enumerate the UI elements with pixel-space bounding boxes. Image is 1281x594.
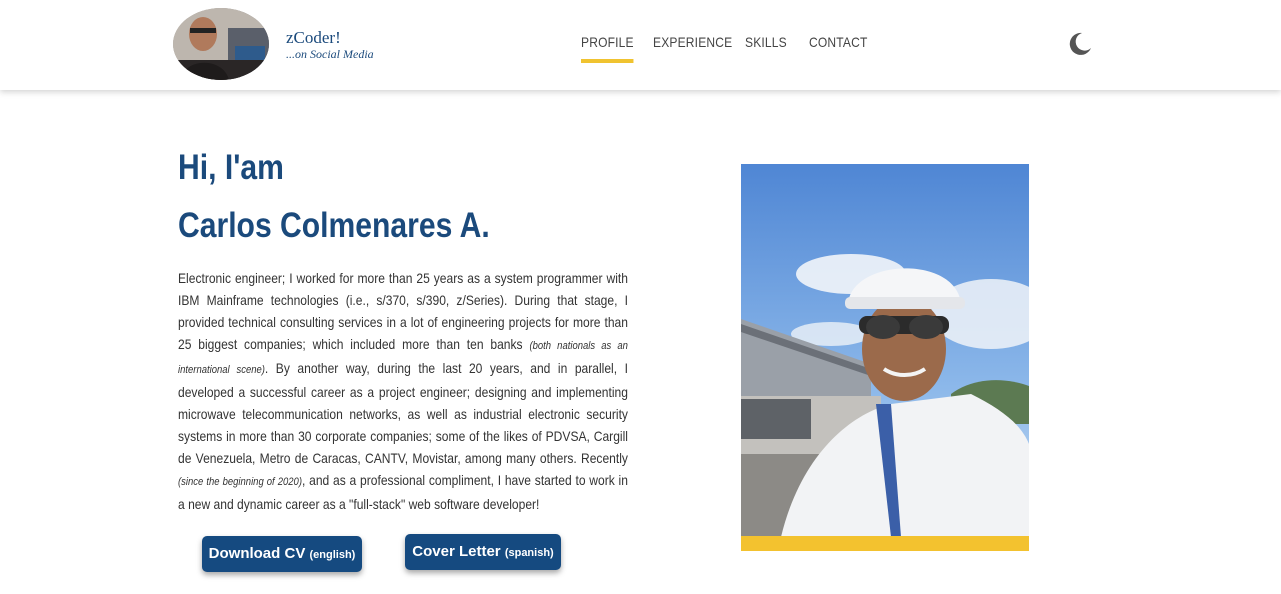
download-cv-label: Download CV [208, 545, 306, 562]
site-header: zCoder! ...on Social Media PROFILE EXPER… [0, 0, 1281, 90]
name-heading: Carlos Colmenares A. [178, 206, 490, 245]
nav-item-experience[interactable]: EXPERIENCE [653, 34, 732, 50]
download-cv-button[interactable]: Download CV (english) [202, 536, 362, 572]
photo-accent-bar [741, 536, 1029, 551]
bio-note-2: (since the beginning of 2020) [178, 476, 302, 488]
nav-item-profile[interactable]: PROFILE [581, 34, 634, 63]
download-cv-note: (english) [309, 549, 356, 561]
nav-item-skills[interactable]: SKILLS [745, 34, 787, 50]
greeting-heading: Hi, I'am [178, 148, 284, 187]
moon-icon[interactable] [1065, 30, 1093, 58]
nav-item-contact[interactable]: CONTACT [809, 34, 868, 50]
cover-letter-label: Cover Letter [412, 543, 501, 560]
bio-paragraph: Electronic engineer; I worked for more t… [178, 267, 628, 515]
cover-letter-note: (spanish) [504, 547, 554, 559]
profile-photo [741, 164, 1029, 537]
cover-letter-button[interactable]: Cover Letter (spanish) [405, 534, 561, 570]
